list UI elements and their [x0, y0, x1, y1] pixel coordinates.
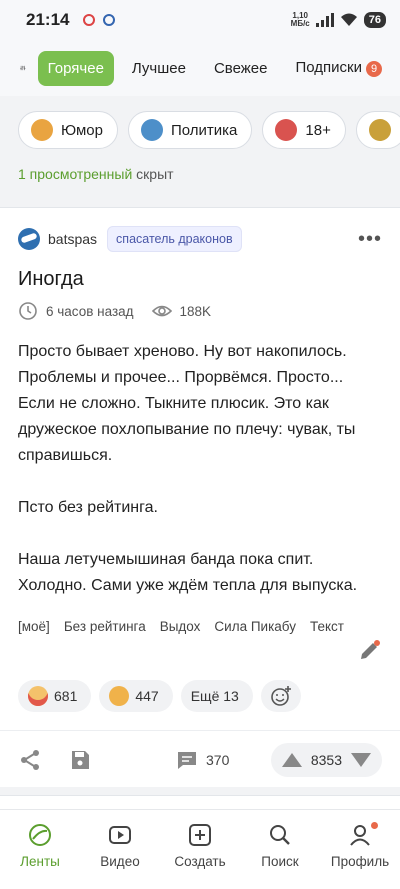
post-tag[interactable]: Выдох	[160, 619, 201, 634]
app-notification-icon	[103, 14, 116, 26]
post-tag[interactable]: [моё]	[18, 619, 50, 634]
chrome-notification-icon	[83, 14, 96, 26]
subscriptions-badge: 9	[366, 61, 382, 77]
post-body: Просто бывает хреново. Ну вот накопилось…	[0, 321, 400, 599]
tab-best[interactable]: Лучшее	[122, 51, 196, 86]
reaction-count: 447	[135, 688, 159, 704]
post-actions: 370 8353	[0, 730, 400, 788]
tag-food[interactable]	[355, 111, 400, 149]
post-tag[interactable]: Сила Пикабу	[214, 619, 296, 634]
nav-label: Поиск	[261, 854, 299, 869]
post-views: 188K	[179, 303, 212, 319]
post-header: batspas спасатель драконов •••	[0, 208, 400, 252]
tab-subscriptions[interactable]: Подписки 9	[286, 50, 393, 86]
post-tag[interactable]: Текст	[310, 619, 344, 634]
more-reactions-button[interactable]: Ещё 13	[180, 680, 253, 712]
profile-icon	[350, 825, 370, 846]
edit-tags-icon[interactable]	[358, 640, 380, 662]
comment-icon	[178, 751, 196, 769]
eye-icon	[151, 305, 172, 317]
rating-value: 8353	[310, 751, 342, 768]
reactions-row: 681 447 Ещё 13	[18, 680, 301, 712]
battery-indicator: 76	[363, 12, 386, 28]
feed-tabs: Горячее Лучшее Свежее Подписки 9	[0, 40, 400, 96]
upvote-icon[interactable]	[281, 752, 303, 768]
nav-label: Ленты	[20, 854, 60, 869]
nav-create[interactable]: Создать	[162, 822, 238, 869]
tag-label: Юмор	[61, 121, 103, 139]
show-hidden-link[interactable]: 1 просмотренный	[18, 166, 132, 182]
nav-label: Видео	[100, 854, 140, 869]
post-tags: [моё] Без рейтинга Выдох Сила Пикабу Тек…	[0, 599, 400, 634]
filter-settings-icon[interactable]	[20, 55, 26, 81]
comments-count: 370	[206, 751, 230, 768]
profile-notification-dot	[371, 822, 378, 829]
avatar[interactable]	[18, 228, 40, 250]
save-icon[interactable]	[68, 748, 92, 772]
post-paragraph: Псто без рейтинга.	[18, 499, 158, 516]
nav-video[interactable]: Видео	[82, 822, 158, 869]
next-post-card-edge	[0, 795, 400, 809]
reaction-count: 681	[54, 688, 78, 704]
clap-emoji-icon	[109, 686, 130, 706]
hidden-posts-note: 1 просмотренный скрыт	[18, 166, 174, 182]
network-speed: 1,10 МБ/с	[290, 11, 310, 28]
signal-icon	[315, 13, 334, 27]
search-icon	[270, 825, 290, 845]
add-emoji-icon	[271, 686, 291, 706]
post-card: batspas спасатель драконов ••• Иногда 6 …	[0, 207, 400, 787]
community-tags: Юмор Политика 18+	[0, 104, 400, 156]
more-options-icon[interactable]: •••	[358, 228, 382, 251]
tag-label: Политика	[170, 121, 238, 139]
create-plus-icon	[189, 824, 211, 846]
nav-label: Профиль	[330, 854, 390, 869]
bottom-navigation: Ленты Видео Создать Поиск Профиль	[0, 809, 400, 889]
politics-icon	[140, 119, 163, 141]
reaction-clown[interactable]: 681	[18, 680, 92, 712]
rating-box: 8353	[270, 742, 382, 777]
add-reaction-button[interactable]	[260, 680, 301, 712]
downvote-icon[interactable]	[350, 752, 372, 768]
nav-profile[interactable]: Профиль	[322, 822, 398, 869]
nav-label: Создать	[174, 854, 226, 869]
post-paragraph: Просто бывает хреново. Ну вот накопилось…	[18, 343, 356, 464]
post-time: 6 часов назад	[46, 303, 134, 319]
nav-search[interactable]: Поиск	[242, 822, 318, 869]
wifi-icon	[340, 13, 357, 26]
tab-fresh[interactable]: Свежее	[204, 51, 278, 86]
author-name[interactable]: batspas	[48, 231, 97, 247]
tag-politics[interactable]: Политика	[127, 111, 253, 149]
share-icon[interactable]	[18, 748, 42, 772]
comments-button[interactable]: 370	[176, 749, 229, 771]
tag-label: 18+	[305, 121, 331, 139]
humor-icon	[31, 119, 53, 141]
adult-icon	[275, 119, 298, 141]
tab-subscriptions-label: Подписки	[295, 59, 363, 76]
nav-feeds[interactable]: Ленты	[2, 822, 78, 869]
post-paragraph: Наша летучемышиная банда пока спит. Холо…	[18, 551, 358, 594]
food-icon	[368, 119, 391, 141]
reaction-clap[interactable]: 447	[99, 680, 173, 712]
tab-hot[interactable]: Горячее	[37, 50, 114, 86]
hidden-note-text: скрыт	[132, 166, 174, 182]
post-title[interactable]: Иногда	[0, 252, 400, 291]
status-bar: 21:14 1,10 МБ/с 76	[0, 0, 400, 40]
tag-humor[interactable]: Юмор	[18, 111, 118, 149]
post-meta: 6 часов назад 188K	[0, 291, 400, 321]
clown-emoji-icon	[28, 686, 48, 706]
clock-icon	[19, 302, 37, 320]
feeds-icon	[29, 824, 51, 846]
post-tag[interactable]: Без рейтинга	[64, 619, 146, 634]
author-badge[interactable]: спасатель драконов	[107, 226, 242, 252]
tag-adult[interactable]: 18+	[262, 111, 346, 149]
status-time: 21:14	[26, 10, 70, 29]
video-icon	[109, 826, 131, 844]
